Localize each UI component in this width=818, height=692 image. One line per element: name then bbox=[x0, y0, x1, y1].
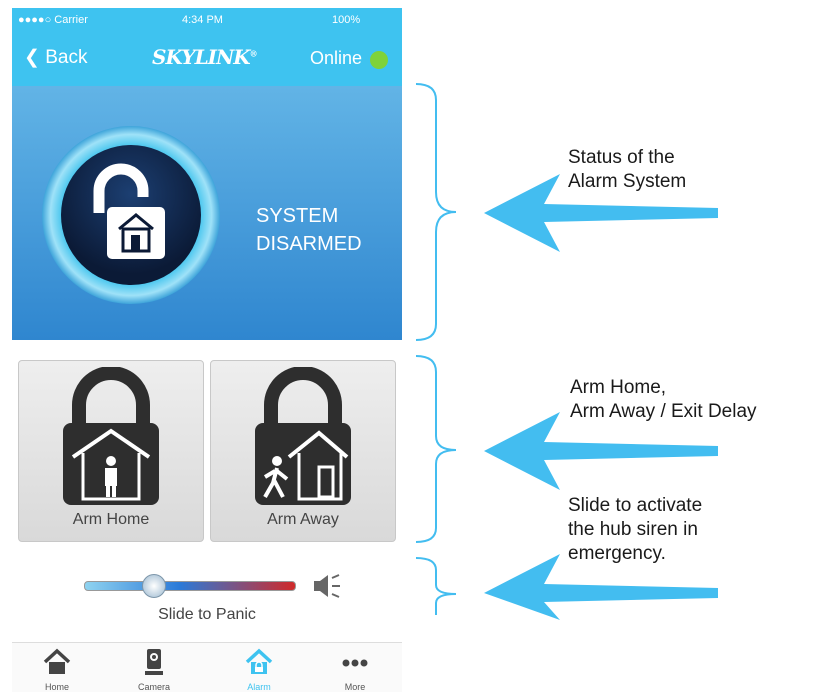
padlock-open-icon bbox=[61, 145, 201, 285]
panic-slider-knob[interactable] bbox=[141, 574, 166, 598]
panic-slider-area: Slide to Panic bbox=[12, 562, 402, 642]
tab-bar: Home Camera Alarm More bbox=[12, 642, 402, 692]
carrier-signal: ●●●●○ Carrier bbox=[18, 14, 88, 26]
siren-speaker-icon bbox=[314, 574, 340, 598]
battery-level: 100% bbox=[332, 14, 361, 26]
bracket-arm bbox=[415, 355, 457, 543]
arm-home-label: Arm Home bbox=[72, 511, 150, 528]
arm-away-label: Arm Away bbox=[267, 511, 339, 528]
tab-camera[interactable]: Camera bbox=[119, 647, 189, 692]
panic-slider-track[interactable] bbox=[84, 581, 296, 591]
annotation-status: Status of the Alarm System bbox=[568, 147, 687, 192]
annotation-panic: Slide to activate the hub siren in emerg… bbox=[568, 495, 703, 564]
lock-away-icon bbox=[255, 367, 351, 505]
status-bar: ●●●●○ Carrier 4:34 PM 100% bbox=[12, 8, 402, 34]
status-ring bbox=[42, 126, 220, 304]
tab-more[interactable]: More bbox=[320, 647, 390, 692]
system-status-text: SYSTEM DISARMED bbox=[256, 205, 362, 255]
nav-bar: ❮ Back SKYLINK® Online bbox=[12, 34, 402, 86]
alarm-status-panel: SYSTEM DISARMED bbox=[12, 86, 402, 340]
camera-icon bbox=[145, 649, 163, 675]
phone-screen: ●●●●○ Carrier 4:34 PM 100% ❮ Back SKYLIN… bbox=[12, 8, 402, 692]
arm-buttons: Arm Home Arm Away bbox=[12, 348, 402, 548]
arm-home-button[interactable]: Arm Home bbox=[18, 360, 204, 542]
clock: 4:34 PM bbox=[182, 14, 223, 26]
tab-home[interactable]: Home bbox=[22, 647, 92, 692]
alarm-icon bbox=[245, 648, 273, 674]
annotation-arm: Arm Home, Arm Away / Exit Delay bbox=[570, 377, 757, 422]
tab-alarm[interactable]: Alarm bbox=[224, 647, 294, 692]
bracket-panic bbox=[415, 557, 457, 615]
online-label: Online bbox=[309, 48, 362, 68]
back-button[interactable]: ❮ Back bbox=[24, 46, 87, 69]
brand-logo: SKYLINK® bbox=[152, 45, 258, 69]
online-status-dot bbox=[370, 51, 388, 69]
lock-home-icon bbox=[63, 367, 159, 505]
bracket-status bbox=[415, 83, 457, 341]
more-icon bbox=[342, 659, 368, 667]
chevron-left-icon: ❮ bbox=[24, 47, 46, 68]
slide-to-panic-label: Slide to Panic bbox=[158, 606, 256, 623]
home-icon bbox=[43, 648, 71, 674]
arm-away-button[interactable]: Arm Away bbox=[210, 360, 396, 542]
